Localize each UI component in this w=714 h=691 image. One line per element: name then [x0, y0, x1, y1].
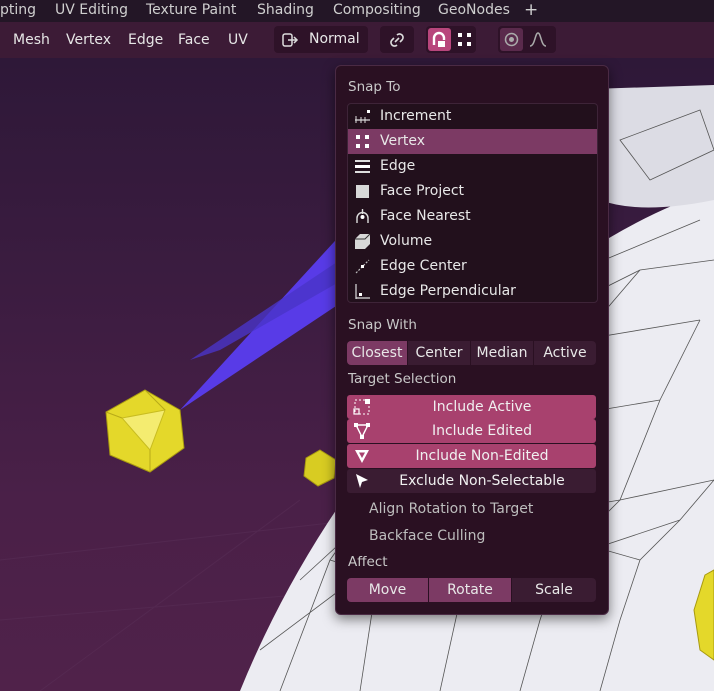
vertex-icon	[356, 135, 369, 148]
menu-face[interactable]: Face	[178, 22, 210, 58]
toggle-label: Include Edited	[431, 423, 533, 439]
orientation-icon	[282, 33, 299, 47]
tab-compositing[interactable]: Compositing	[333, 0, 421, 22]
snap-item-label: Edge Center	[380, 258, 467, 274]
snapping-popover: Snap To Increment Vertex Edge Face Proje…	[335, 65, 609, 615]
falloff-curve-icon[interactable]	[528, 31, 552, 49]
target-selection-label: Target Selection	[348, 371, 457, 387]
snap-item-label: Edge Perpendicular	[380, 283, 516, 299]
affect-label: Affect	[348, 554, 388, 570]
orientation-value: Normal	[309, 31, 360, 47]
toggle-label: Include Active	[432, 399, 532, 415]
proportional-edit-group	[498, 26, 556, 53]
link-icon	[390, 33, 404, 47]
snap-toggle-group	[426, 26, 476, 53]
face-project-icon	[356, 185, 369, 198]
snap-with-center[interactable]: Center	[408, 341, 470, 365]
workspace-tab-bar: pting UV Editing Texture Paint Shading C…	[0, 0, 714, 22]
snap-to-volume[interactable]: Volume	[348, 229, 597, 254]
snap-with-segmented: Closest Center Median Active	[347, 341, 596, 365]
toggle-label: Exclude Non-Selectable	[399, 473, 565, 489]
menu-edge[interactable]: Edge	[128, 22, 163, 58]
include-non-edited-toggle[interactable]: Include Non-Edited	[347, 444, 596, 468]
snap-with-active[interactable]: Active	[534, 341, 596, 365]
snap-to-edge[interactable]: Edge	[348, 154, 597, 179]
snap-item-label: Edge	[380, 158, 416, 174]
snap-item-label: Increment	[380, 108, 452, 124]
toggle-label: Include Non-Edited	[415, 448, 549, 464]
snap-to-face-project[interactable]: Face Project	[348, 179, 597, 204]
affect-move[interactable]: Move	[347, 578, 428, 602]
exclude-non-selectable-toggle[interactable]: Exclude Non-Selectable	[347, 469, 596, 493]
volume-icon	[355, 233, 371, 249]
tab-texture-paint[interactable]: Texture Paint	[146, 0, 236, 22]
menu-uv[interactable]: UV	[228, 22, 248, 58]
backface-culling-checkbox[interactable]: Backface Culling	[369, 524, 485, 548]
viewport-header: Mesh Vertex Edge Face UV Normal	[0, 22, 714, 58]
include-active-toggle[interactable]: Include Active	[347, 395, 596, 419]
snap-vertex-icon[interactable]	[457, 32, 472, 47]
pivot-link-button[interactable]	[380, 26, 414, 53]
snap-to-face-nearest[interactable]: Face Nearest	[348, 204, 597, 229]
transform-orientation-dropdown[interactable]: Normal	[274, 26, 368, 53]
edge-perpendicular-icon	[355, 284, 370, 299]
snap-to-vertex[interactable]: Vertex	[348, 129, 597, 154]
tab-geonodes[interactable]: GeoNodes	[438, 0, 510, 22]
edge-icon	[355, 160, 370, 173]
increment-icon	[355, 110, 370, 123]
snap-to-edge-center[interactable]: Edge Center	[348, 254, 597, 279]
magnet-icon	[432, 31, 446, 47]
tab-scripting[interactable]: pting	[0, 0, 36, 22]
snap-toggle-button[interactable]	[428, 28, 451, 51]
proportional-edit-button[interactable]	[500, 28, 523, 51]
affect-rotate[interactable]: Rotate	[429, 578, 511, 602]
face-nearest-icon	[356, 209, 369, 223]
snap-to-edge-perpendicular[interactable]: Edge Perpendicular	[348, 279, 597, 302]
snap-to-increment[interactable]: Increment	[348, 104, 597, 129]
snap-with-median[interactable]: Median	[471, 341, 533, 365]
snap-item-label: Face Nearest	[380, 208, 471, 224]
snap-to-list: Increment Vertex Edge Face Project Face …	[347, 103, 598, 303]
menu-mesh[interactable]: Mesh	[13, 22, 50, 58]
edge-center-icon	[355, 259, 370, 274]
snap-with-closest[interactable]: Closest	[347, 341, 407, 365]
include-edited-toggle[interactable]: Include Edited	[347, 419, 596, 443]
proportional-edit-icon	[504, 32, 519, 47]
tab-shading[interactable]: Shading	[257, 0, 314, 22]
affect-scale[interactable]: Scale	[512, 578, 596, 602]
tab-uv-editing[interactable]: UV Editing	[55, 0, 128, 22]
menu-vertex[interactable]: Vertex	[66, 22, 111, 58]
affect-segmented: Move Rotate Scale	[347, 578, 596, 602]
snap-with-label: Snap With	[348, 317, 417, 333]
snap-to-label: Snap To	[348, 79, 401, 95]
add-workspace-button[interactable]: +	[524, 0, 538, 22]
snap-item-label: Vertex	[380, 133, 426, 149]
snap-item-label: Face Project	[380, 183, 465, 199]
snap-item-label: Volume	[380, 233, 433, 249]
align-rotation-checkbox[interactable]: Align Rotation to Target	[369, 497, 533, 521]
